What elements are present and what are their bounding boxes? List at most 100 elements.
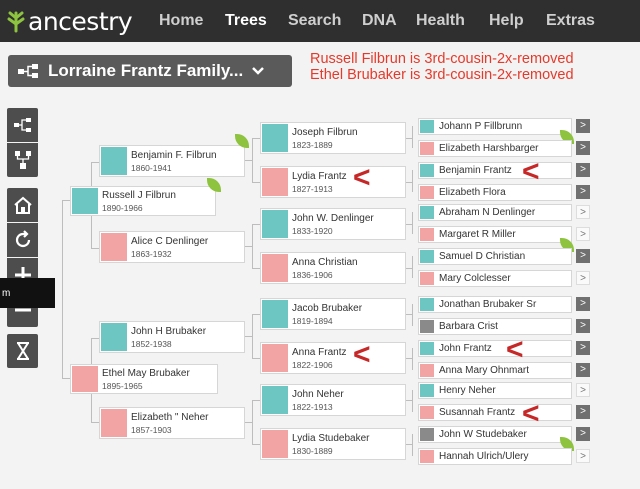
- nav-dna[interactable]: DNA: [362, 12, 397, 30]
- nav-extras[interactable]: Extras: [546, 12, 595, 30]
- person-name: Elizabeth Flora: [439, 187, 506, 198]
- person-card-jacob[interactable]: Jacob Brubaker 1819-1894: [260, 298, 406, 330]
- nav-trees[interactable]: Trees: [225, 12, 267, 30]
- ancestry-logo[interactable]: ancestry: [6, 7, 133, 36]
- person-card-john-brubaker[interactable]: John H Brubaker 1852-1938: [99, 321, 245, 353]
- person-card-henry[interactable]: Henry Neher: [418, 382, 572, 399]
- person-card-lydia-frantz[interactable]: Lydia Frantz 1827-1913: [260, 166, 406, 198]
- male-avatar: [420, 164, 434, 177]
- expand-ancestors-button[interactable]: >: [576, 119, 590, 133]
- person-card-susannah[interactable]: Susannah Frantz: [418, 404, 572, 421]
- person-card-joseph[interactable]: Joseph Filbrun 1823-1889: [260, 122, 406, 154]
- person-card-lydia-studebaker[interactable]: Lydia Studebaker 1830-1889: [260, 428, 406, 460]
- female-avatar: [262, 344, 288, 372]
- family-view-button[interactable]: [7, 143, 38, 177]
- person-dates: 1890-1966: [102, 203, 143, 213]
- pedigree-view-button[interactable]: [7, 108, 38, 142]
- person-card-russell[interactable]: Russell J Filbrun 1890-1966: [70, 186, 216, 216]
- expand-ancestors-button[interactable]: >: [576, 205, 590, 219]
- home-person-button[interactable]: [7, 188, 38, 222]
- person-dates: 1823-1889: [292, 140, 333, 150]
- person-name: John W. Denlinger: [292, 213, 374, 224]
- lifespan-button[interactable]: [7, 334, 38, 368]
- expand-ancestors-button[interactable]: >: [576, 297, 590, 311]
- person-photo: [420, 320, 434, 333]
- person-card-samuel[interactable]: Samuel D Christian: [418, 248, 572, 265]
- female-avatar: [262, 254, 288, 282]
- male-avatar: [101, 323, 127, 351]
- person-name: Benjamin F. Filbrun: [131, 150, 217, 161]
- person-card-anna-christian[interactable]: Anna Christian 1836-1906: [260, 252, 406, 284]
- expand-ancestors-button[interactable]: >: [576, 271, 590, 285]
- person-card-johann[interactable]: Johann P Fillbrunn: [418, 118, 572, 135]
- person-card-margaret[interactable]: Margaret R Miller: [418, 226, 572, 243]
- annotation-marker: <: [353, 161, 371, 194]
- person-name: Alice C Denlinger: [131, 236, 209, 247]
- annotation-marker: <: [522, 155, 540, 188]
- person-name: Susannah Frantz: [439, 407, 516, 418]
- hourglass-icon: [16, 342, 29, 360]
- expand-ancestors-button[interactable]: >: [576, 363, 590, 377]
- nav-home[interactable]: Home: [159, 12, 203, 30]
- tree-selector-button[interactable]: Lorraine Frantz Family...: [8, 55, 292, 87]
- person-card-john-neher[interactable]: John Neher 1822-1913: [260, 384, 406, 416]
- annotation-marker: <: [522, 397, 540, 430]
- expand-ancestors-button[interactable]: >: [576, 227, 590, 241]
- person-card-john-studebaker[interactable]: John W Studebaker: [418, 426, 572, 443]
- nav-health[interactable]: Health: [416, 12, 465, 30]
- person-card-jonathan[interactable]: Jonathan Brubaker Sr: [418, 296, 572, 313]
- male-avatar: [420, 342, 434, 355]
- person-card-ethel[interactable]: Ethel May Brubaker 1895-1965: [70, 364, 218, 394]
- person-card-hannah[interactable]: Hannah Ulrich/Ulery: [418, 448, 572, 465]
- person-card-alice[interactable]: Alice C Denlinger 1863-1932: [99, 231, 245, 263]
- person-name: Margaret R Miller: [439, 229, 516, 240]
- person-card-john-frantz[interactable]: John Frantz: [418, 340, 572, 357]
- nav-help[interactable]: Help: [489, 12, 524, 30]
- person-dates: 1822-1906: [292, 360, 333, 370]
- person-name: Ethel May Brubaker: [102, 368, 190, 379]
- person-card-john-denlinger[interactable]: John W. Denlinger 1833-1920: [260, 208, 406, 240]
- tree-icon: [18, 64, 38, 78]
- person-card-anna-mary[interactable]: Anna Mary Ohnmart: [418, 362, 572, 379]
- expand-ancestors-button[interactable]: >: [576, 163, 590, 177]
- person-card-benjamin-frantz[interactable]: Benjamin Frantz: [418, 162, 572, 179]
- female-avatar: [420, 450, 434, 463]
- expand-ancestors-button[interactable]: >: [576, 405, 590, 419]
- person-card-barbara[interactable]: Barbara Crist: [418, 318, 572, 335]
- expand-ancestors-button[interactable]: >: [576, 185, 590, 199]
- female-avatar: [420, 228, 434, 241]
- refresh-button[interactable]: [7, 223, 38, 257]
- person-card-elizabeth-neher[interactable]: Elizabeth " Neher 1857-1903: [99, 407, 245, 439]
- person-name: John Frantz: [439, 343, 492, 354]
- person-card-elizabeth-harshbarger[interactable]: Elizabeth Harshbarger: [418, 140, 572, 157]
- expand-ancestors-button[interactable]: >: [576, 383, 590, 397]
- annotation-ethel: Ethel Brubaker is 3rd-cousin-2x-removed: [310, 67, 574, 83]
- person-name: Henry Neher: [439, 385, 496, 396]
- person-card-benjamin[interactable]: Benjamin F. Filbrun 1860-1941: [99, 145, 245, 177]
- expand-ancestors-button[interactable]: >: [576, 341, 590, 355]
- person-card-abraham[interactable]: Abraham N Denlinger: [418, 204, 572, 221]
- ancestry-leaf-icon: [7, 11, 25, 33]
- home-icon: [13, 196, 32, 214]
- person-card-mary-colclesser[interactable]: Mary Colclesser: [418, 270, 572, 287]
- nav-search[interactable]: Search: [288, 12, 341, 30]
- female-avatar: [420, 364, 434, 377]
- person-dates: 1827-1913: [292, 184, 333, 194]
- male-avatar: [101, 147, 127, 175]
- expand-ancestors-button[interactable]: >: [576, 141, 590, 155]
- expand-ancestors-button[interactable]: >: [576, 449, 590, 463]
- person-name: Anna Frantz: [292, 347, 347, 358]
- male-avatar: [420, 298, 434, 311]
- family-view-icon: [14, 151, 31, 169]
- person-dates: 1833-1920: [292, 226, 333, 236]
- expand-ancestors-button[interactable]: >: [576, 427, 590, 441]
- female-avatar: [101, 409, 127, 437]
- top-navigation-bar: ancestry Home Trees Search DNA Health He…: [0, 0, 640, 42]
- person-card-anna-frantz[interactable]: Anna Frantz 1822-1906: [260, 342, 406, 374]
- person-name: Hannah Ulrich/Ulery: [439, 451, 529, 462]
- expand-ancestors-button[interactable]: >: [576, 319, 590, 333]
- male-avatar: [262, 210, 288, 238]
- expand-ancestors-button[interactable]: >: [576, 249, 590, 263]
- person-name: Johann P Fillbrunn: [439, 121, 523, 132]
- person-card-elizabeth-flora[interactable]: Elizabeth Flora: [418, 184, 572, 201]
